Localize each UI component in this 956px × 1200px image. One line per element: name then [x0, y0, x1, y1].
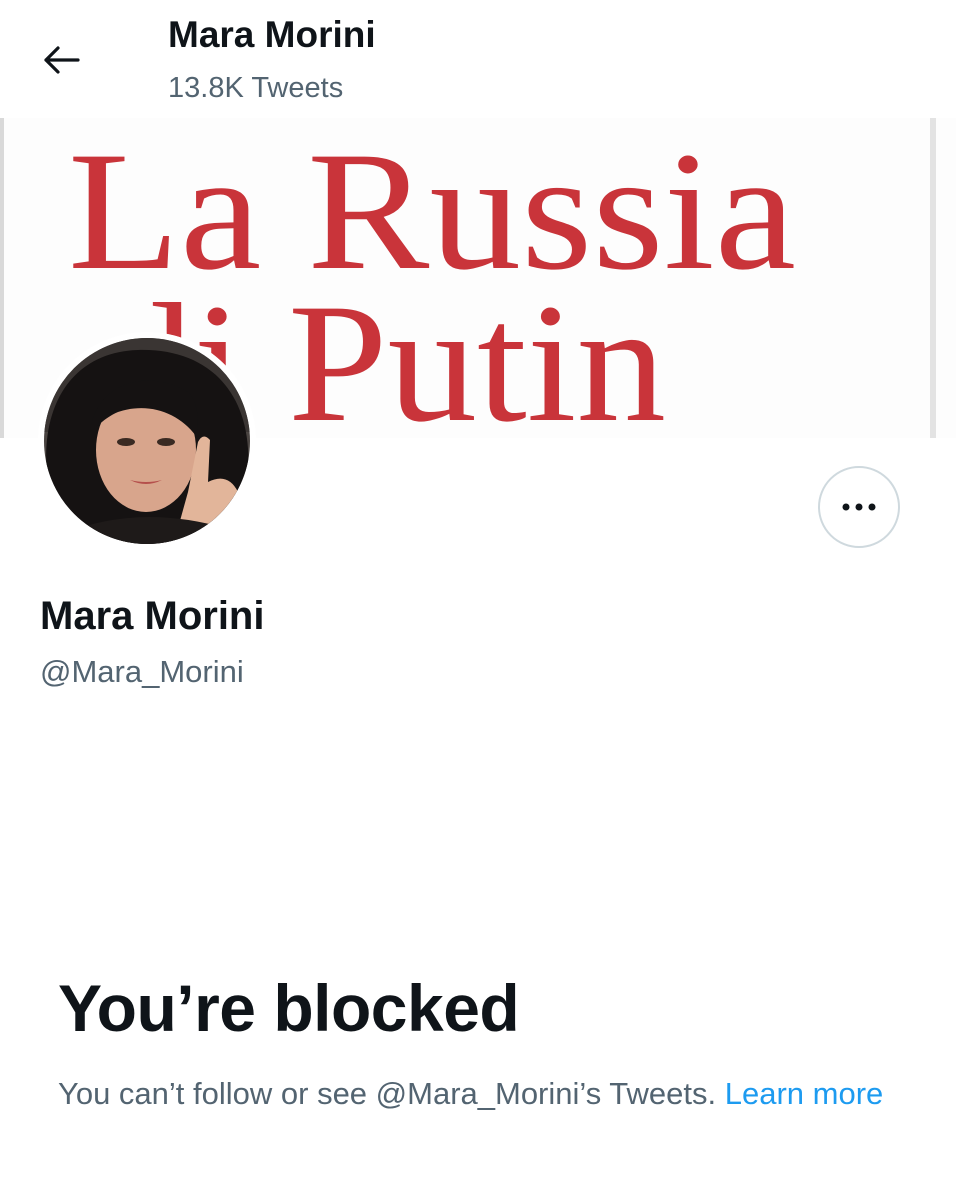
- header-tweet-count: 13.8K Tweets: [168, 72, 344, 104]
- top-bar: Mara Morini 13.8K Tweets: [0, 0, 956, 118]
- blocked-message-block: You can’t follow or see @Mara_Morini’s T…: [58, 1070, 918, 1117]
- back-button[interactable]: [38, 40, 82, 80]
- blocked-message: You can’t follow or see @Mara_Morini’s T…: [58, 1076, 717, 1111]
- avatar-photo: [38, 332, 256, 550]
- blocked-title: You’re blocked: [58, 971, 520, 1045]
- banner-edge: [930, 118, 936, 438]
- learn-more-link[interactable]: Learn more: [725, 1076, 884, 1111]
- profile-handle: @Mara_Morini: [40, 654, 244, 689]
- more-options-button[interactable]: [818, 466, 900, 548]
- header-title: Mara Morini: [168, 14, 376, 55]
- arrow-left-icon: [44, 46, 80, 74]
- avatar[interactable]: [38, 332, 256, 550]
- profile-display-name: Mara Morini: [40, 594, 265, 638]
- more-horizontal-icon: [842, 503, 876, 511]
